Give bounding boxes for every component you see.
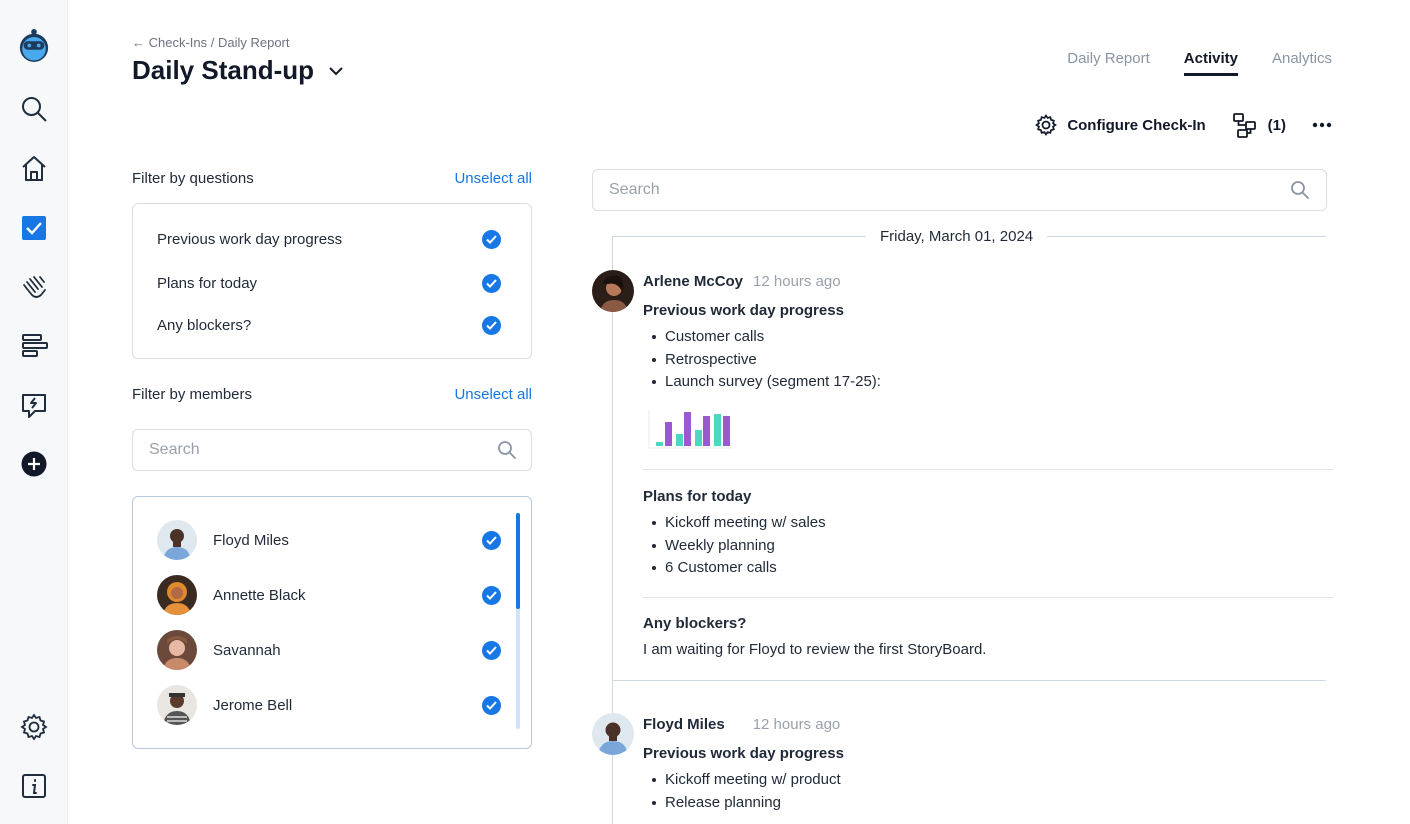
date-label: Friday, March 01, 2024 <box>866 228 1048 245</box>
toolbar: Configure Check-In (1) <box>1035 112 1332 138</box>
list-item: 6 Customer calls <box>652 557 826 580</box>
member-name: Annette Black <box>213 586 306 604</box>
checked-icon[interactable] <box>482 316 501 335</box>
question-option[interactable]: Previous work day progress <box>157 230 501 249</box>
questions-unselect-all[interactable]: Unselect all <box>454 170 532 187</box>
entry-timestamp: 12 hours ago <box>753 273 841 290</box>
section-title: Any blockers? <box>643 615 747 632</box>
tab-analytics[interactable]: Analytics <box>1272 50 1332 76</box>
list-item: Customer calls <box>652 326 881 349</box>
questions-filter-label: Filter by questions <box>132 170 254 187</box>
plus-circle-icon[interactable] <box>18 448 50 480</box>
checked-icon[interactable] <box>482 274 501 293</box>
tab-activity[interactable]: Activity <box>1183 50 1238 76</box>
questions-filter-box: Previous work day progress Plans for tod… <box>132 203 532 359</box>
checked-icon[interactable] <box>482 585 501 605</box>
member-name: Savannah <box>213 641 281 659</box>
breadcrumb[interactable]: ← Check-Ins / Daily Report <box>132 35 290 50</box>
chevron-down-icon[interactable] <box>328 66 344 76</box>
robot-logo-icon[interactable] <box>18 29 50 62</box>
question-label: Plans for today <box>157 275 258 292</box>
avatar[interactable] <box>592 713 634 755</box>
clapping-hands-icon[interactable] <box>18 271 50 303</box>
configure-checkin-label: Configure Check-In <box>1067 116 1206 134</box>
list-item: Retrospective <box>652 349 881 372</box>
list-item: Release planning <box>652 792 841 815</box>
main-content: ← Check-Ins / Daily Report Daily Stand-u… <box>68 0 1410 824</box>
list-item: Weekly planning <box>652 535 826 558</box>
bullet-list: Customer calls Retrospective Launch surv… <box>652 326 881 394</box>
members-unselect-all[interactable]: Unselect all <box>454 386 532 403</box>
page-title[interactable]: Daily Stand-up <box>132 55 344 86</box>
section-title: Previous work day progress <box>643 302 844 319</box>
search-icon[interactable] <box>1290 180 1310 200</box>
entry-divider <box>612 680 1326 681</box>
checkbox-icon[interactable] <box>18 212 50 244</box>
workflows-button[interactable]: (1) <box>1232 112 1286 138</box>
entry-author[interactable]: Arlene McCoy <box>643 273 743 290</box>
member-option[interactable]: Jerome Bell <box>157 685 501 725</box>
entry-timestamp: 12 hours ago <box>752 716 841 733</box>
section-title: Plans for today <box>643 488 752 505</box>
configure-checkin-button[interactable]: Configure Check-In <box>1035 114 1206 136</box>
section-title: Previous work day progress <box>643 745 844 762</box>
members-filter-header: Filter by members Unselect all <box>132 386 532 403</box>
view-tabs: Daily Report Activity Analytics <box>1067 50 1332 76</box>
workflows-count: (1) <box>1267 116 1286 134</box>
search-icon[interactable] <box>497 440 517 460</box>
members-filter-label: Filter by members <box>132 386 253 403</box>
search-icon[interactable] <box>18 93 50 125</box>
member-option[interactable]: Floyd Miles <box>157 520 501 560</box>
bullet-list: Kickoff meeting w/ sales Weekly planning… <box>652 512 826 580</box>
entry-author[interactable]: Floyd Miles <box>643 716 725 733</box>
gear-icon <box>1035 114 1058 136</box>
avatar <box>157 520 197 560</box>
checked-icon[interactable] <box>482 230 501 249</box>
question-label: Any blockers? <box>157 317 252 334</box>
entry-header: Arlene McCoy 12 hours ago <box>643 273 841 290</box>
checked-icon[interactable] <box>482 695 501 715</box>
member-name: Jerome Bell <box>213 696 293 714</box>
info-icon[interactable] <box>18 770 50 802</box>
member-name: Floyd Miles <box>213 531 289 549</box>
workflow-icon <box>1232 113 1256 138</box>
bars-icon[interactable] <box>18 330 50 362</box>
section-text: I am waiting for Floyd to review the fir… <box>643 641 987 658</box>
list-item: Kickoff meeting w/ product <box>652 769 841 792</box>
questions-filter-header: Filter by questions Unselect all <box>132 170 532 187</box>
chart-thumbnail[interactable] <box>643 406 733 452</box>
question-option[interactable]: Plans for today <box>157 274 501 293</box>
bullet-list: Kickoff meeting w/ product Release plann… <box>652 769 841 815</box>
home-icon[interactable] <box>18 152 50 184</box>
section-divider <box>643 597 1333 598</box>
members-list: Floyd Miles Annette Black Savannah Jerom… <box>132 496 532 749</box>
more-options-button[interactable] <box>1312 122 1332 128</box>
members-search-field <box>132 429 532 471</box>
chat-bolt-icon[interactable] <box>18 389 50 421</box>
avatar[interactable] <box>592 270 634 312</box>
section-divider <box>643 469 1333 470</box>
page-title-text: Daily Stand-up <box>132 55 315 85</box>
gear-icon[interactable] <box>18 711 50 743</box>
feed-search-input[interactable] <box>609 181 1240 199</box>
list-item: Launch survey (segment 17-25): <box>652 371 881 394</box>
sidebar <box>0 0 68 824</box>
member-option[interactable]: Savannah <box>157 630 501 670</box>
avatar <box>157 630 197 670</box>
tab-daily-report[interactable]: Daily Report <box>1067 50 1150 76</box>
avatar <box>157 685 197 725</box>
avatar <box>157 575 197 615</box>
entry-header: Floyd Miles 12 hours ago <box>643 716 840 733</box>
member-option[interactable]: Annette Black <box>157 575 501 615</box>
question-label: Previous work day progress <box>157 231 343 248</box>
members-search-input[interactable] <box>149 441 462 459</box>
checked-icon[interactable] <box>482 530 501 550</box>
question-option[interactable]: Any blockers? <box>157 316 501 335</box>
members-scrollbar[interactable] <box>516 513 520 729</box>
scrollbar-thumb[interactable] <box>516 513 520 609</box>
list-item: Kickoff meeting w/ sales <box>652 512 826 535</box>
checked-icon[interactable] <box>482 640 501 660</box>
more-horizontal-icon <box>1312 122 1332 128</box>
feed-search-field <box>592 169 1327 211</box>
